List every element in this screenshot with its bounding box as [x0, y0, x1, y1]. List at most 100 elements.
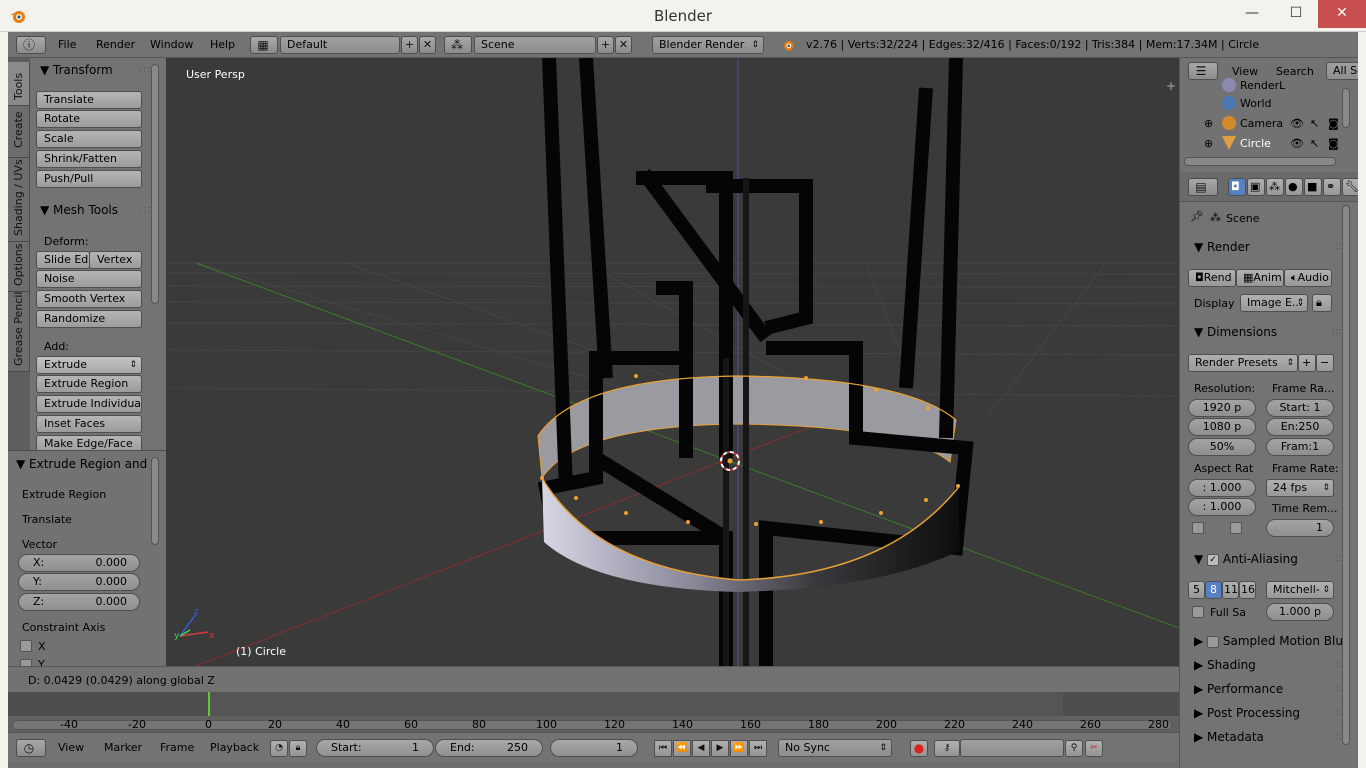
slide-edge-button[interactable]: Slide Ed [36, 251, 90, 269]
pin-icon[interactable]: 📌︎ [1190, 210, 1204, 223]
jump-keyframe-forward-button[interactable]: ⏩ [730, 740, 748, 757]
crop-checkbox[interactable] [1230, 522, 1242, 534]
3d-viewport[interactable]: z y x + User Persp (1) Circle [166, 58, 1179, 666]
aa-size-field[interactable]: 1.000 p [1266, 603, 1334, 621]
dimensions-panel-header[interactable]: ▼ Dimensions:::: [1180, 321, 1358, 343]
aa-samples-16[interactable]: 16 [1239, 581, 1256, 599]
menu-help[interactable]: Help [210, 38, 235, 51]
visibility-eye-icon[interactable]: 👁︎ [1290, 134, 1304, 154]
lock-range-button[interactable]: 🔒︎ [289, 740, 307, 757]
render-layers-context-tab[interactable]: ▣ [1247, 178, 1265, 196]
border-checkbox[interactable] [1192, 522, 1204, 534]
smooth-vertex-button[interactable]: Smooth Vertex [36, 290, 142, 308]
make-edge-face-button[interactable]: Make Edge/Face [36, 435, 142, 450]
aspect-y-field[interactable]: : 1.000 [1188, 498, 1256, 516]
frame-end-field[interactable]: En:250 [1266, 418, 1334, 436]
outliner-item-circle[interactable]: ⊕ Circle 👁︎ ↖ ◙ [1180, 134, 1358, 154]
metadata-panel-header[interactable]: ▶ Metadata:::: [1180, 726, 1358, 748]
tab-create[interactable]: Create [8, 106, 30, 158]
object-context-tab[interactable]: ■ [1304, 178, 1322, 196]
delete-keyframe-button[interactable]: ✂ [1085, 740, 1103, 757]
tab-options[interactable]: Options [8, 242, 30, 292]
resolution-percentage-field[interactable]: 50% [1188, 438, 1256, 456]
active-keying-set-field[interactable] [960, 739, 1064, 757]
render-audio-button[interactable]: 🔈︎Audio [1284, 269, 1332, 287]
menu-window[interactable]: Window [150, 38, 193, 51]
extrude-dropdown[interactable]: Extrude ⇕ [36, 356, 142, 374]
randomize-button[interactable]: Randomize [36, 310, 142, 328]
render-panel-header[interactable]: ▼ Render:::: [1180, 236, 1358, 258]
aa-samples-11[interactable]: 11 [1222, 581, 1239, 599]
vector-x-field[interactable]: X: 0.000 [18, 554, 140, 572]
selectable-cursor-icon[interactable]: ↖ [1310, 134, 1319, 154]
mesh-tools-panel-header[interactable]: ▼ Mesh Tools :::: [30, 199, 166, 221]
operator-scrollbar[interactable] [151, 457, 159, 545]
inset-faces-button[interactable]: Inset Faces [36, 415, 142, 433]
remove-preset-button[interactable]: − [1316, 354, 1334, 372]
add-scene-button[interactable]: + [597, 36, 614, 54]
frame-step-field[interactable]: Fram:1 [1266, 438, 1334, 456]
expand-icon[interactable]: ⊕ [1204, 114, 1213, 134]
timeline-menu-playback[interactable]: Playback [210, 741, 259, 754]
vector-y-field[interactable]: Y: 0.000 [18, 573, 140, 591]
timeline-editor-type-button[interactable]: ◷ [16, 739, 46, 757]
translate-button[interactable]: Translate [36, 91, 142, 109]
frame-start-field[interactable]: Start: 1 [1266, 399, 1334, 417]
constraints-context-tab[interactable]: ⚭ [1323, 178, 1341, 196]
insert-keyframe-button[interactable]: ⚲ [1065, 740, 1083, 757]
start-frame-field[interactable]: Start: 1 [316, 739, 434, 757]
tab-shading-uvs[interactable]: Shading / UVs [8, 158, 30, 242]
close-button[interactable]: ✕ [1318, 0, 1366, 28]
time-remap-field[interactable]: 1 [1266, 519, 1334, 537]
motion-blur-panel-header[interactable]: ▶ Sampled Motion Blur [1180, 630, 1345, 652]
tab-tools[interactable]: Tools [8, 62, 30, 106]
jump-keyframe-back-button[interactable]: ⏪ [673, 740, 691, 757]
render-camera-icon[interactable]: ◙ [1328, 114, 1339, 134]
extrude-region-button[interactable]: Extrude Region [36, 375, 142, 393]
add-layout-button[interactable]: + [401, 36, 418, 54]
aspect-x-field[interactable]: : 1.000 [1188, 479, 1256, 497]
render-image-button[interactable]: ◘Rend [1188, 269, 1236, 287]
outliner-item-camera[interactable]: ⊕ Camera 👁︎ ↖ ◙ [1180, 114, 1358, 134]
jump-end-button[interactable]: ⏭ [749, 740, 767, 757]
constraint-x-checkbox[interactable] [20, 640, 32, 652]
vector-z-field[interactable]: Z: 0.000 [18, 593, 140, 611]
preview-range-button[interactable]: ◔ [270, 740, 288, 757]
remove-scene-button[interactable]: ✕ [615, 36, 632, 54]
world-context-tab[interactable]: ● [1285, 178, 1303, 196]
modifiers-context-tab[interactable]: 🔧︎ [1342, 178, 1358, 196]
outliner-horizontal-scrollbar[interactable] [1184, 157, 1336, 166]
tool-shelf-scrollbar[interactable] [151, 64, 159, 304]
outliner-item-renderlayers[interactable]: RenderL [1180, 76, 1358, 96]
operator-panel-header[interactable]: ▼ Extrude Region and [8, 453, 158, 475]
slide-vertex-button[interactable]: Vertex [89, 251, 142, 269]
rotate-button[interactable]: Rotate [36, 110, 142, 128]
properties-editor-type-button[interactable]: ▤ [1188, 178, 1218, 196]
outliner-scrollbar[interactable] [1342, 88, 1350, 128]
shading-panel-header[interactable]: ▶ Shading:::: [1180, 654, 1358, 676]
current-frame-marker[interactable] [208, 692, 210, 716]
push-pull-button[interactable]: Push/Pull [36, 170, 142, 188]
current-frame-field[interactable]: 1 [550, 739, 638, 757]
performance-panel-header[interactable]: ▶ Performance:::: [1180, 678, 1358, 700]
menu-file[interactable]: File [58, 38, 76, 51]
remove-layout-button[interactable]: ✕ [419, 36, 436, 54]
extrude-individual-button[interactable]: Extrude Individual [36, 395, 142, 413]
screen-layout-selector[interactable]: ▦ [250, 36, 278, 54]
menu-render[interactable]: Render [96, 38, 135, 51]
scene-field[interactable]: Scene [474, 36, 596, 54]
jump-start-button[interactable]: ⏮ [654, 740, 672, 757]
expand-icon[interactable]: ⊕ [1204, 134, 1213, 154]
play-reverse-button[interactable]: ◀ [692, 740, 710, 757]
maximize-button[interactable]: ☐ [1274, 0, 1318, 28]
screen-layout-field[interactable]: Default [280, 36, 400, 54]
minimize-button[interactable]: — [1230, 0, 1274, 28]
timeline-menu-view[interactable]: View [58, 741, 84, 754]
timeline-scrollbar[interactable] [12, 720, 1172, 730]
scene-context-tab[interactable]: ⁂ [1266, 178, 1284, 196]
display-mode-dropdown[interactable]: Image E... ⇕ [1240, 294, 1308, 312]
record-button[interactable]: ● [910, 740, 928, 757]
selectable-cursor-icon[interactable]: ↖ [1310, 114, 1319, 134]
sync-mode-dropdown[interactable]: No Sync ⇕ [778, 739, 892, 757]
aa-samples-8[interactable]: 8 [1205, 581, 1222, 599]
